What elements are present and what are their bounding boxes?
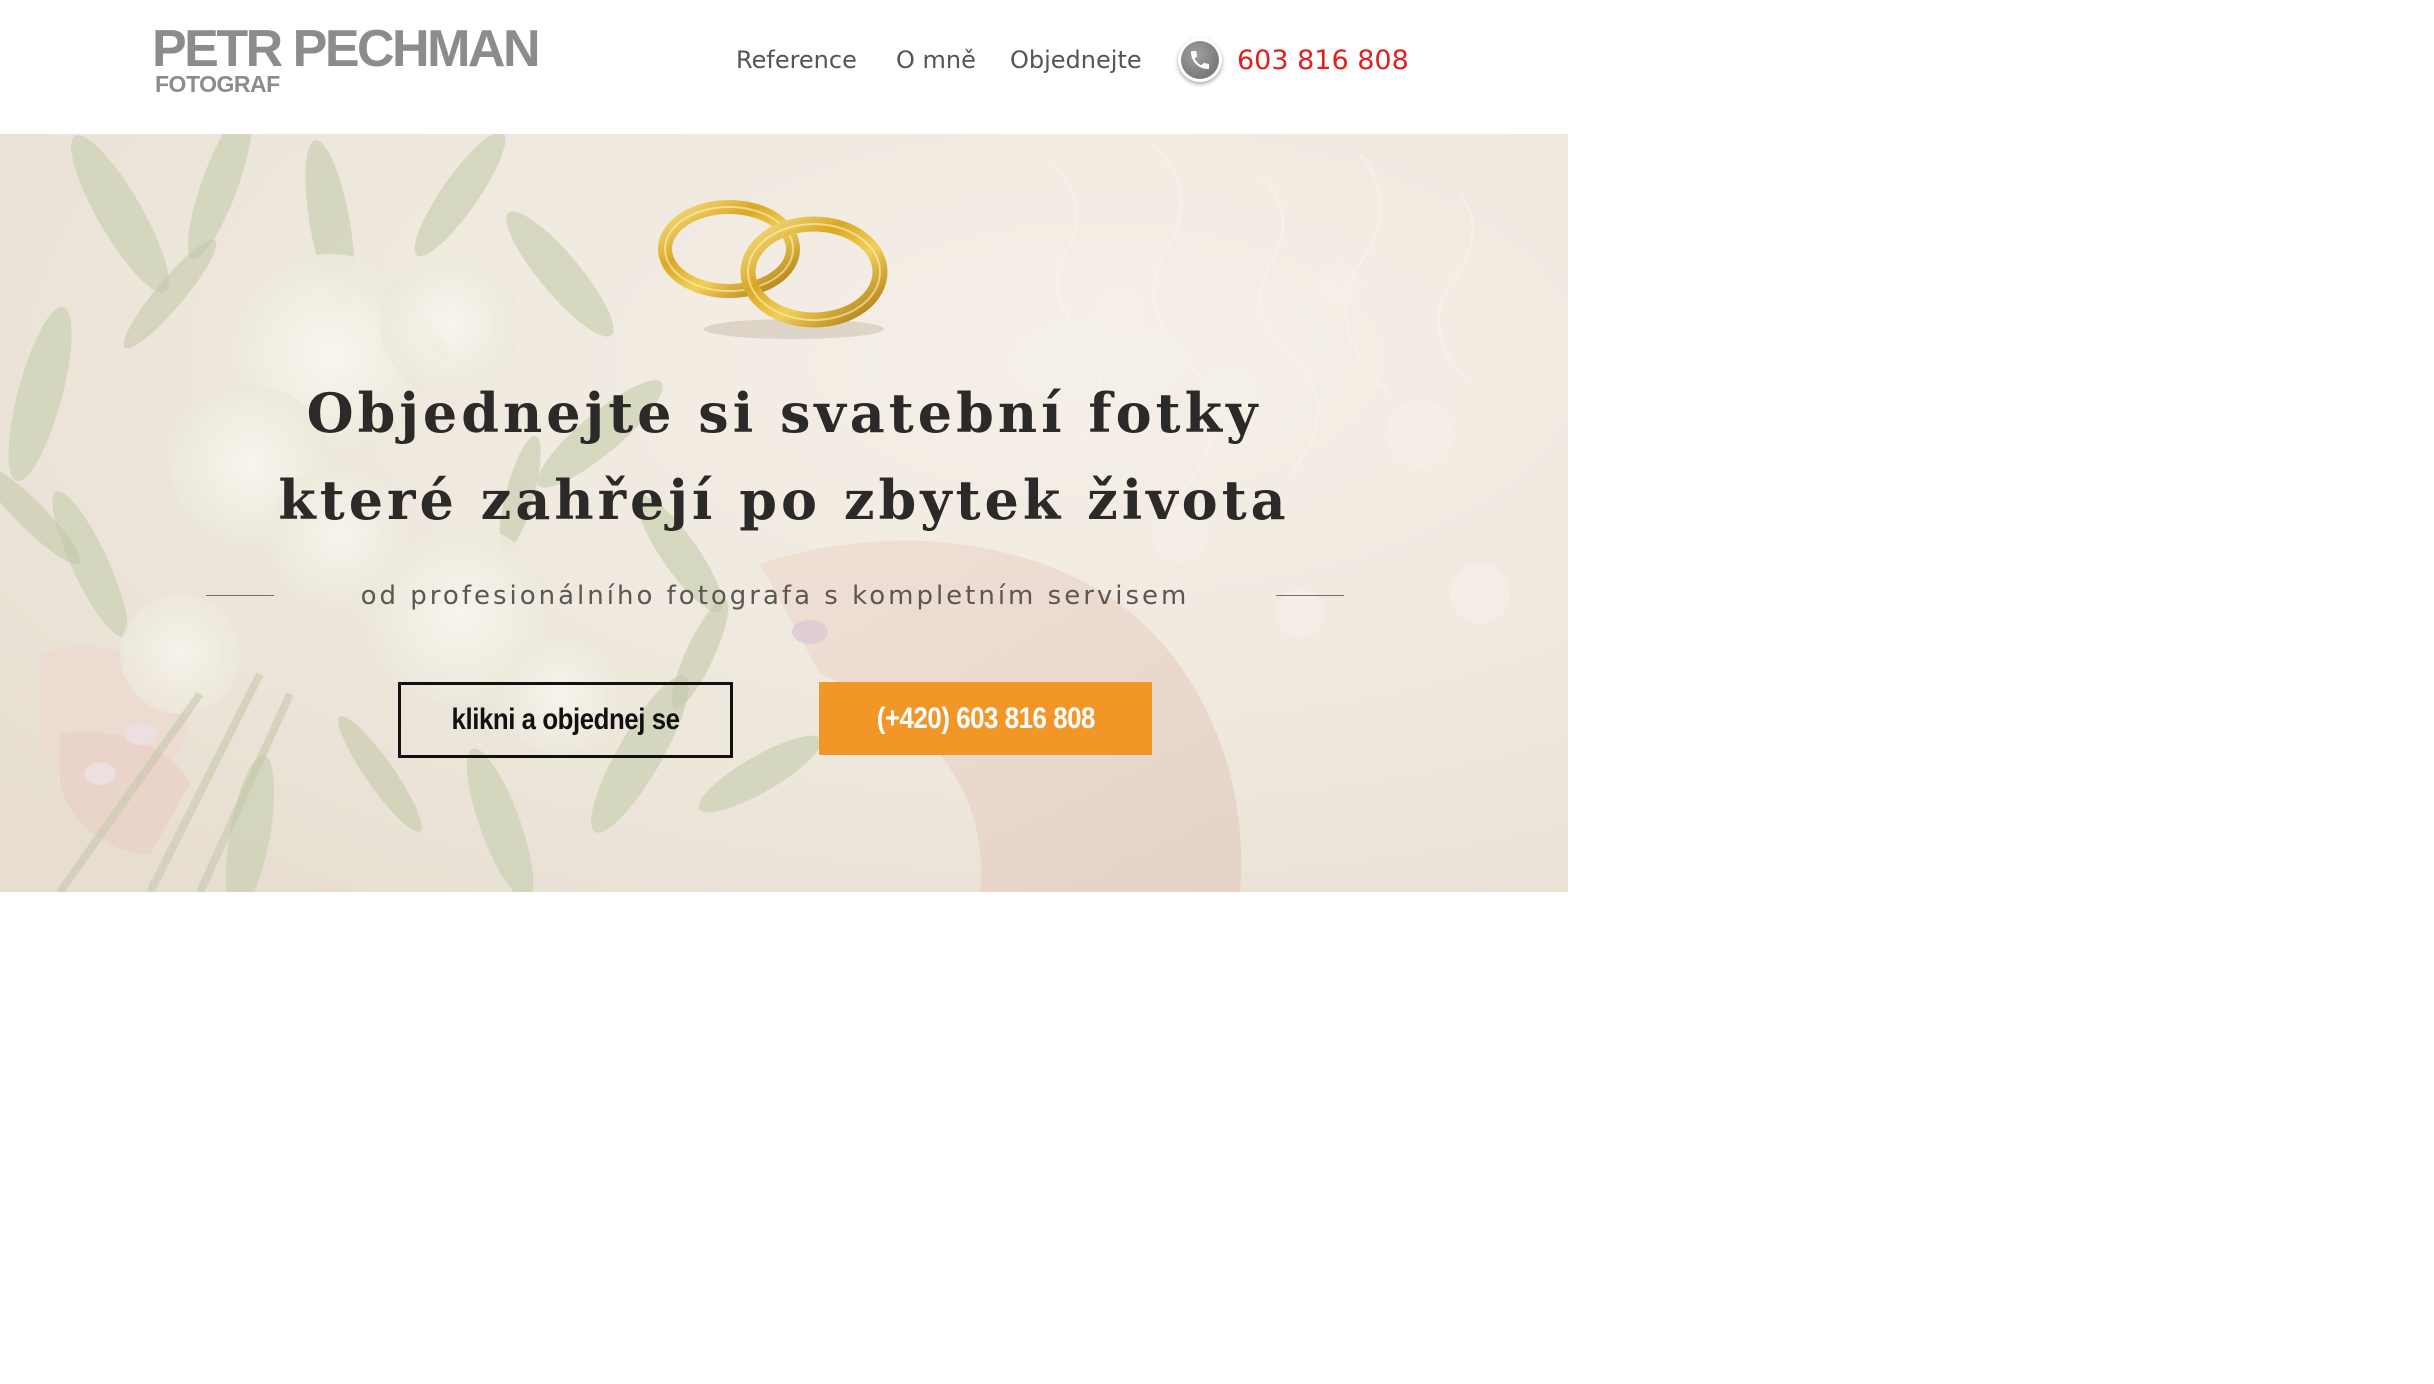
headline-line-2: které zahřejí po zbytek života [278,468,1290,532]
headline-line-1: Objednejte si svatební fotky [306,381,1262,445]
hero-subheadline: od profesionálního fotografa s kompletní… [360,581,1190,611]
subheadline-block: od profesionálního fotografa s kompletní… [206,574,1344,618]
logo-name: PETR PECHMAN [152,20,541,78]
nav-o-mne[interactable]: O mně [896,44,976,76]
phone-icon[interactable] [1178,38,1222,82]
header-phone-link[interactable]: 603 816 808 [1237,44,1409,78]
nav-reference[interactable]: Reference [736,44,857,76]
call-phone-label: (+420) 603 816 808 [876,701,1095,735]
hero-section: Objednejte si svatební fotky které zahře… [0,134,1568,892]
hero-headline: Objednejte si svatební fotky které zahře… [0,370,1568,544]
site-logo[interactable]: PETR PECHMAN FOTOGRAF [152,20,541,96]
site-header: PETR PECHMAN FOTOGRAF Reference O mně Ob… [0,0,1568,134]
order-cta-button[interactable]: klikni a objednej se [398,682,733,758]
wedding-rings-image [658,200,888,339]
nav-objednejte[interactable]: Objednejte [1010,44,1142,76]
call-phone-button[interactable]: (+420) 603 816 808 [819,682,1152,755]
order-cta-label: klikni a objednej se [451,703,680,736]
divider-right [1276,595,1344,596]
